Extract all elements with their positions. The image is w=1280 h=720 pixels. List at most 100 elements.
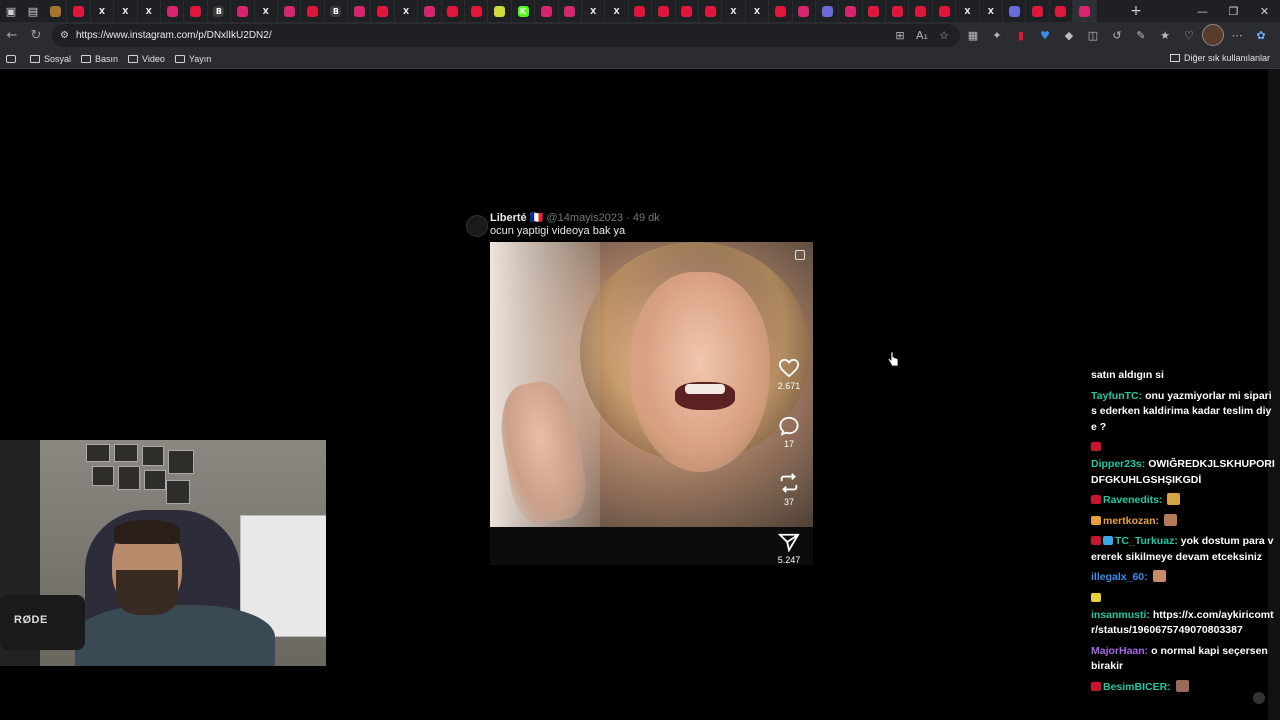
refresh-icon[interactable]: ↻ bbox=[24, 24, 48, 48]
browser-tab[interactable] bbox=[371, 0, 395, 22]
new-tab-button[interactable]: + bbox=[1125, 0, 1147, 22]
video-player[interactable] bbox=[490, 242, 813, 527]
favorite-star-icon[interactable]: ☆ bbox=[936, 27, 952, 43]
browser-tab[interactable]: X bbox=[255, 0, 278, 22]
chat-username[interactable]: TayfunTC: bbox=[1091, 390, 1142, 402]
minimize-button[interactable]: — bbox=[1187, 0, 1218, 22]
bookmarks-toggle-icon[interactable] bbox=[6, 54, 20, 63]
tab-actions-icon[interactable]: ▤ bbox=[22, 0, 44, 22]
browser-tab[interactable] bbox=[348, 0, 372, 22]
workspaces-icon[interactable]: ▣ bbox=[0, 0, 22, 22]
browser-tab[interactable]: X bbox=[582, 0, 606, 22]
browser-tab[interactable] bbox=[699, 0, 723, 22]
browser-tab[interactable]: B bbox=[208, 0, 232, 22]
bookmark-folder-video[interactable]: Video bbox=[128, 54, 165, 64]
browser-tab[interactable] bbox=[278, 0, 302, 22]
speaker-icon[interactable] bbox=[1253, 692, 1265, 704]
chat-username[interactable]: Dipper23s: bbox=[1091, 458, 1145, 470]
browser-tab[interactable] bbox=[909, 0, 933, 22]
close-window-button[interactable]: ✕ bbox=[1249, 0, 1280, 22]
tweet-author-name[interactable]: Liberté 🇫🇷 bbox=[490, 212, 543, 224]
repost-icon[interactable] bbox=[778, 472, 800, 494]
browser-tab[interactable] bbox=[161, 0, 185, 22]
browser-tab[interactable] bbox=[839, 0, 863, 22]
share-action[interactable]: 5.247 bbox=[769, 532, 809, 565]
browser-tab[interactable]: X bbox=[138, 0, 161, 22]
browser-tab[interactable] bbox=[465, 0, 489, 22]
browser-tab[interactable]: X bbox=[114, 0, 138, 22]
tweet-author-handle[interactable]: @14mayis2023 · 49 dk bbox=[547, 212, 660, 224]
extension-grid-icon[interactable]: ▦ bbox=[962, 25, 984, 45]
browser-tab[interactable]: X bbox=[980, 0, 1004, 22]
browser-tab[interactable]: X bbox=[956, 0, 980, 22]
browser-tab[interactable] bbox=[863, 0, 887, 22]
app-available-icon[interactable]: ⊞ bbox=[892, 27, 908, 43]
browser-tab[interactable] bbox=[652, 0, 676, 22]
browser-tab[interactable] bbox=[67, 0, 91, 22]
browser-tab[interactable] bbox=[1026, 0, 1050, 22]
other-bookmarks-folder[interactable]: Diğer sık kullanılanlar bbox=[1169, 53, 1270, 63]
chat-username[interactable]: mertkozan: bbox=[1103, 515, 1159, 527]
bookmark-folder-yayin[interactable]: Yayın bbox=[174, 54, 211, 64]
browser-tab[interactable]: X bbox=[746, 0, 770, 22]
browser-tab[interactable] bbox=[1073, 0, 1097, 22]
extension-youtube-icon[interactable]: ▮ bbox=[1010, 25, 1032, 45]
browser-tab[interactable]: K bbox=[512, 0, 536, 22]
favorites-icon[interactable]: ★ bbox=[1154, 25, 1176, 45]
browser-tab[interactable] bbox=[184, 0, 208, 22]
chat-username[interactable]: illegalx_60: bbox=[1091, 571, 1148, 583]
site-info-icon[interactable]: ⚙ bbox=[60, 30, 74, 41]
chat-username[interactable]: insanmusti: bbox=[1091, 609, 1150, 621]
address-bar[interactable]: ⚙ https://www.instagram.com/p/DNxlIkU2DN… bbox=[52, 24, 960, 47]
browser-tab[interactable] bbox=[535, 0, 559, 22]
extension-puzzle-icon[interactable]: ✦ bbox=[986, 25, 1008, 45]
browser-tab[interactable] bbox=[231, 0, 255, 22]
send-icon[interactable] bbox=[778, 532, 800, 552]
chat-username[interactable]: MajorHaan: bbox=[1091, 645, 1148, 657]
sync-icon[interactable]: ↺ bbox=[1106, 25, 1128, 45]
minimize-video-icon[interactable] bbox=[795, 250, 805, 260]
browser-tab[interactable] bbox=[793, 0, 816, 22]
extension-dark-icon[interactable]: ◆ bbox=[1058, 25, 1080, 45]
more-menu-icon[interactable]: ⋯ bbox=[1226, 25, 1248, 45]
like-action[interactable]: 2.671 bbox=[769, 358, 809, 391]
browser-tab[interactable]: X bbox=[395, 0, 419, 22]
bookmark-folder-sosyal[interactable]: Sosyal bbox=[30, 54, 71, 64]
browser-essentials-icon[interactable]: ♡ bbox=[1178, 25, 1200, 45]
repost-action[interactable]: 37 bbox=[769, 472, 809, 507]
back-icon[interactable]: ← bbox=[0, 24, 24, 48]
restore-button[interactable]: ❐ bbox=[1218, 0, 1249, 22]
split-screen-icon[interactable]: ◫ bbox=[1082, 25, 1104, 45]
url-text[interactable]: https://www.instagram.com/p/DNxlIkU2DN2/ bbox=[76, 30, 272, 41]
browser-tab[interactable] bbox=[933, 0, 957, 22]
browser-tab[interactable] bbox=[559, 0, 582, 22]
read-aloud-icon[interactable]: A₁ bbox=[914, 27, 930, 43]
browser-tab[interactable] bbox=[418, 0, 442, 22]
chat-username[interactable]: TC_Turkuaz: bbox=[1115, 535, 1178, 547]
comment-icon[interactable] bbox=[778, 416, 800, 436]
browser-tab[interactable]: X bbox=[91, 0, 115, 22]
browser-tab[interactable] bbox=[488, 0, 512, 22]
browser-tab[interactable] bbox=[629, 0, 653, 22]
chat-username[interactable]: Ravenedits: bbox=[1103, 494, 1163, 506]
browser-tab[interactable]: X bbox=[605, 0, 629, 22]
browser-tab[interactable] bbox=[1003, 0, 1027, 22]
browser-tab[interactable] bbox=[886, 0, 910, 22]
extensions-icon[interactable]: ✎ bbox=[1130, 25, 1152, 45]
browser-tab[interactable]: X bbox=[722, 0, 746, 22]
profile-avatar[interactable] bbox=[1202, 24, 1224, 46]
copilot-icon[interactable]: ✿ bbox=[1250, 25, 1272, 45]
comment-action[interactable]: 17 bbox=[769, 416, 809, 449]
extension-blue-icon[interactable]: ♥ bbox=[1034, 25, 1056, 45]
browser-tab[interactable]: B bbox=[325, 0, 349, 22]
browser-tab[interactable] bbox=[769, 0, 793, 22]
bookmark-folder-basin[interactable]: Basın bbox=[81, 54, 118, 64]
tweet-author-avatar[interactable] bbox=[466, 215, 488, 237]
browser-tab[interactable] bbox=[676, 0, 699, 22]
browser-tab[interactable] bbox=[301, 0, 325, 22]
browser-tab[interactable] bbox=[442, 0, 466, 22]
heart-icon[interactable] bbox=[778, 358, 800, 378]
browser-tab[interactable] bbox=[1050, 0, 1074, 22]
chat-username[interactable]: BesimBICER: bbox=[1103, 681, 1171, 693]
browser-tab[interactable] bbox=[816, 0, 840, 22]
